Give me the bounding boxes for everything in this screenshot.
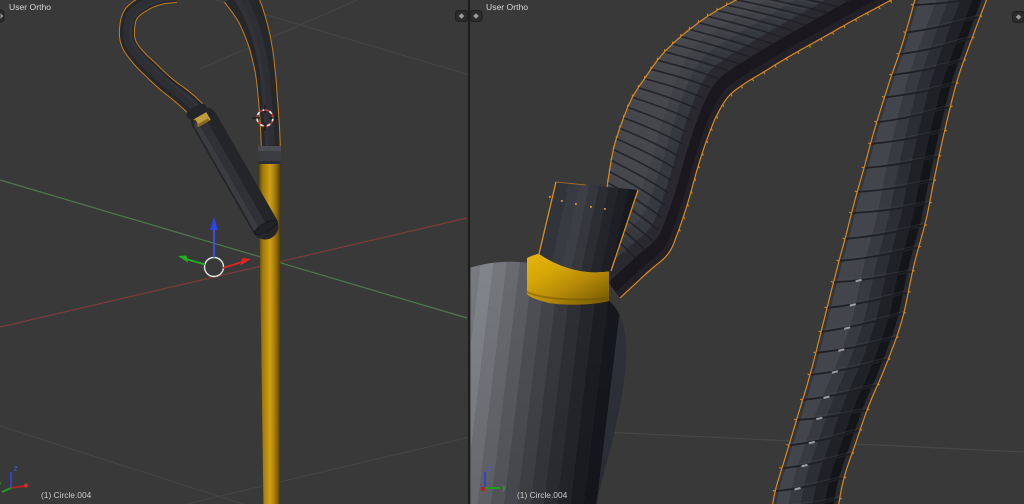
svg-text:z: z (488, 464, 492, 473)
svg-text:(1) Circle.004: (1) Circle.004 (41, 490, 92, 500)
svg-text:User Ortho: User Ortho (486, 2, 528, 12)
svg-text:y: y (502, 483, 506, 492)
svg-text:y: y (0, 480, 1, 489)
svg-text:User Ortho: User Ortho (9, 2, 51, 12)
svg-text:z: z (14, 464, 18, 473)
svg-text:(1) Circle.004: (1) Circle.004 (517, 490, 568, 500)
